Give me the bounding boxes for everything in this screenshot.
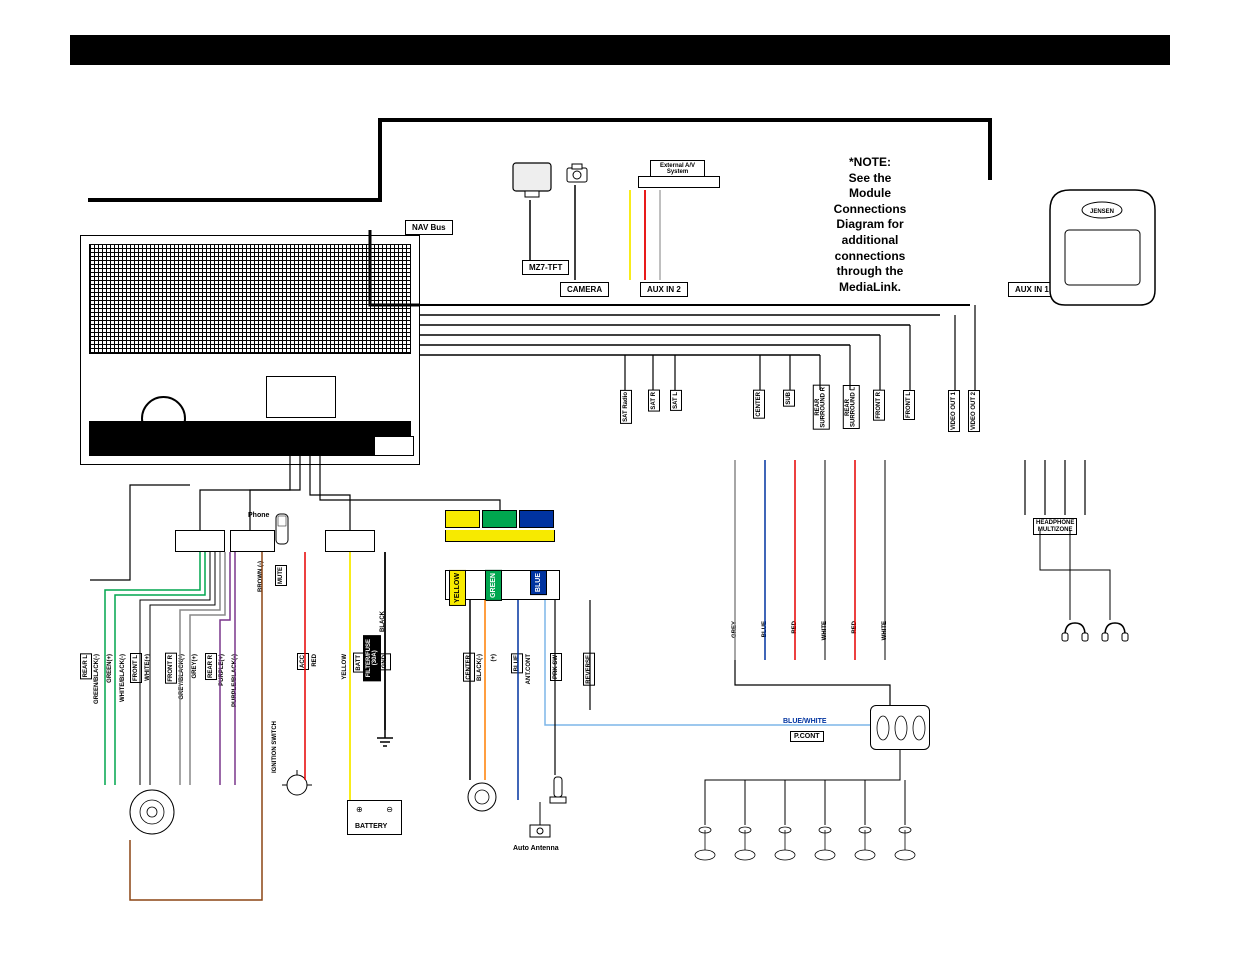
camera-label: CAMERA: [560, 282, 609, 297]
red-rca-vlabel: RED: [790, 620, 800, 635]
headphone-icon-1: [1060, 620, 1090, 645]
front-r-out-vlabel: FRONT R: [873, 390, 885, 421]
ant-cont-vlabel: ANT.CONT: [524, 653, 534, 685]
auto-antenna-label: Auto Antenna: [513, 845, 559, 852]
sat-l-vlabel: SAT L: [670, 390, 682, 411]
diagram-content: *NOTE:See theModuleConnectionsDiagram fo…: [70, 80, 1170, 920]
nav-bus-label: NAV Bus: [405, 220, 453, 235]
video-out-2-vlabel: VIDEO OUT 2: [968, 390, 980, 432]
head-unit: [80, 235, 420, 465]
ignition-switch-icon: [282, 770, 312, 800]
plus-vlabel: (+): [489, 653, 499, 663]
blue-c-vlabel: BLUE: [511, 653, 523, 673]
aux-in-2-label: AUX IN 2: [640, 282, 688, 297]
connector-block-3: [325, 530, 375, 552]
green-vlabel: GREEN: [485, 570, 502, 601]
speaker-main-icon: [125, 785, 180, 840]
external-av-connector: [638, 176, 720, 188]
green-plus-vlabel: GREEN(+): [105, 653, 115, 684]
green-black-vlabel: GREEN/BLACK(-): [92, 653, 102, 705]
monitor-icon: [510, 160, 555, 200]
grey-rca-vlabel: GREY: [730, 620, 740, 639]
connector-block-2: [230, 530, 275, 552]
headphone-multizone-label: HEADPHONEMULTIZONE: [1033, 518, 1077, 535]
purple-plus-vlabel: PURPLE(+): [217, 653, 227, 687]
yellow-wire-vlabel: YELLOW: [340, 653, 350, 681]
front-l-out-vlabel: FRONT L: [903, 390, 915, 420]
white-plus-vlabel: WHITE(+): [143, 653, 153, 682]
blue-rca-vlabel: BLUE: [760, 620, 770, 638]
jensen-external-device: JENSEN: [1040, 180, 1165, 310]
p-cont-label: P.CONT: [790, 731, 824, 742]
sub-vlabel: SUB: [783, 390, 795, 407]
phone-icon: [273, 512, 293, 547]
grey-plus-vlabel: GREY(+): [190, 653, 200, 680]
iso-base: [445, 530, 555, 542]
blue-white-label: BLUE/WHITE: [783, 718, 827, 725]
note-text: *NOTE:See theModuleConnectionsDiagram fo…: [790, 155, 950, 295]
battery-box: ⊕ ⊖ BATTERY: [347, 800, 402, 835]
red-vlabel: RED: [310, 653, 320, 668]
white-rca2-vlabel: WHITE: [880, 620, 890, 641]
head-unit-heatsink: [89, 244, 411, 354]
ignition-switch-vlabel: IGNITION SWITCH: [270, 720, 280, 774]
purple-black-vlabel: PURPLE/BLACK(-): [230, 653, 240, 708]
black-wire-vlabel: BLACK: [378, 610, 388, 633]
mute-vlabel: MUTE: [275, 565, 287, 586]
speaker-array: [690, 825, 950, 885]
header-bar: JENSEN: [70, 35, 1170, 65]
rear-surround-l-vlabel: REARSURROUND L: [843, 385, 860, 429]
head-unit-connector-main: [266, 376, 336, 418]
rear-l-vlabel: REAR L: [80, 653, 92, 679]
iso-blue: [519, 510, 554, 528]
center-vlabel: CENTER: [463, 653, 475, 682]
headphone-icon-2: [1100, 620, 1130, 645]
yellow-vlabel: YELLOW: [449, 570, 466, 606]
camera-icon: [565, 160, 590, 185]
brown-vlabel: BROWN (-): [256, 560, 266, 593]
grey-black-vlabel: GREY/BLACK(-): [177, 653, 187, 701]
front-r-vlabel: FRONT R: [165, 653, 177, 684]
prk-sw-vlabel: PRK SW: [550, 653, 562, 681]
iso-green: [482, 510, 517, 528]
white-black-vlabel: WHITE/BLACK(-): [118, 653, 128, 703]
ground-icon: [375, 730, 395, 750]
video-out-1-vlabel: VIDEO OUT 1: [948, 390, 960, 432]
connector-block-1: [175, 530, 225, 552]
svg-text:JENSEN: JENSEN: [1090, 209, 1114, 215]
auto-antenna-icon: [525, 800, 555, 840]
rear-surround-r-vlabel: REARSURROUND R: [813, 385, 830, 430]
center-out-vlabel: CENTER: [753, 390, 765, 419]
acc-vlabel: ACC: [297, 653, 309, 670]
black-minus-vlabel: BLACK(-): [475, 653, 485, 682]
iso-yellow: [445, 510, 480, 528]
head-unit-bottom-bar: [89, 421, 411, 456]
white-rca-vlabel: WHITE: [820, 620, 830, 641]
reverse-vlabel: REVERSE: [583, 653, 595, 686]
filter-fuse-vlabel: FILTER/FUSE(30A): [363, 635, 381, 681]
battery-label: BATTERY: [355, 823, 387, 830]
mz7-tft-label: MZ7-TFT: [522, 260, 569, 275]
center-speaker-icon: [465, 780, 500, 815]
wiring-svg: [70, 80, 1170, 920]
amplifier: [870, 705, 930, 750]
rear-r-vlabel: REAR R: [205, 653, 217, 680]
front-l-vlabel: FRONT L: [130, 653, 142, 683]
parking-brake-icon: [546, 775, 571, 805]
red-rca2-vlabel: RED: [850, 620, 860, 635]
phone-label: Phone: [248, 512, 269, 519]
sat-r-vlabel: SAT R: [648, 390, 660, 412]
blue-vlabel: BLUE: [530, 570, 547, 595]
sat-radio-vlabel: SAT Radio: [620, 390, 632, 424]
head-unit-connector-side: [374, 436, 414, 456]
